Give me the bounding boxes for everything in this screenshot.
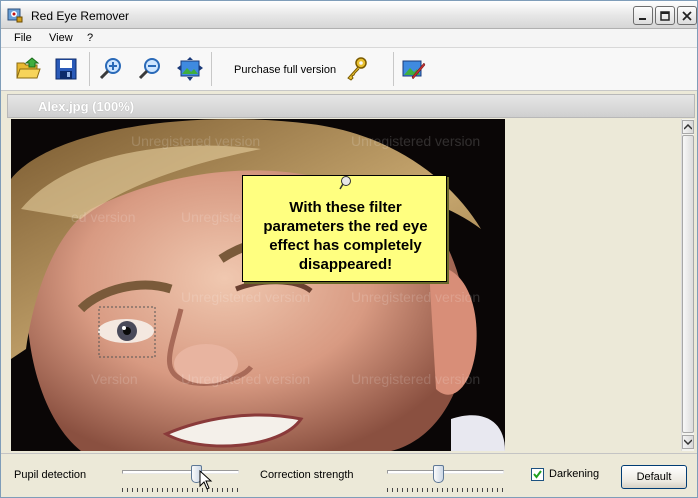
purchase-key-button[interactable] bbox=[341, 54, 371, 84]
default-button[interactable]: Default bbox=[621, 465, 687, 489]
photo[interactable]: Unregistered version Unregistered versio… bbox=[11, 119, 505, 451]
slider-ticks bbox=[122, 488, 239, 492]
photo-face-image bbox=[11, 119, 505, 451]
zoom-in-icon bbox=[99, 58, 121, 80]
watermark-text: ed version bbox=[71, 209, 136, 225]
toolbar-separator bbox=[211, 52, 212, 86]
close-icon bbox=[682, 10, 692, 21]
watermark-text: Unregistered version bbox=[131, 133, 261, 149]
toolbar: Purchase full version bbox=[1, 47, 697, 91]
watermark-text: Version bbox=[91, 371, 138, 387]
fit-to-window-button[interactable] bbox=[175, 54, 205, 84]
minimize-button[interactable] bbox=[633, 6, 653, 25]
maximize-button[interactable] bbox=[655, 6, 675, 25]
menu-view[interactable]: View bbox=[49, 32, 73, 44]
toolbar-separator bbox=[393, 52, 394, 86]
edit-image-button[interactable] bbox=[398, 54, 428, 84]
watermark-text: Unregistered version bbox=[351, 289, 481, 305]
zoom-in-button[interactable] bbox=[96, 54, 126, 84]
close-button[interactable] bbox=[677, 6, 697, 25]
darkening-label: Darkening bbox=[549, 468, 600, 480]
darkening-checkbox[interactable] bbox=[531, 468, 544, 481]
watermark-text: Unregistered version bbox=[181, 371, 311, 387]
scroll-down-button[interactable] bbox=[682, 435, 694, 449]
window-title: Red Eye Remover bbox=[31, 9, 130, 23]
edit-image-icon bbox=[402, 60, 426, 80]
vertical-scrollbar[interactable] bbox=[681, 119, 694, 451]
purchase-label[interactable]: Purchase full version bbox=[234, 64, 336, 76]
watermark-text: Unregistered version bbox=[351, 371, 481, 387]
pupil-detection-label: Pupil detection bbox=[14, 469, 87, 481]
toolbar-separator bbox=[89, 52, 90, 86]
menu-help[interactable]: ? bbox=[87, 32, 93, 44]
scroll-up-icon bbox=[684, 124, 692, 130]
main-window: Red Eye Remover File View ? Purchase ful… bbox=[0, 0, 698, 498]
menu-bar: File View ? bbox=[1, 29, 697, 47]
filter-controls: Pupil detection Correction strength Dark… bbox=[1, 453, 697, 497]
minimize-icon bbox=[639, 17, 646, 20]
pushpin-icon[interactable] bbox=[338, 175, 352, 191]
zoom-out-button[interactable] bbox=[135, 54, 165, 84]
fit-to-window-icon bbox=[177, 57, 203, 81]
zoom-out-icon bbox=[138, 58, 160, 80]
slider-track bbox=[122, 470, 239, 474]
document-title: Alex.jpg (100%) bbox=[38, 99, 135, 114]
hint-tooltip: With these filter parameters the red eye… bbox=[242, 175, 447, 282]
key-icon bbox=[347, 57, 367, 81]
title-bar[interactable]: Red Eye Remover bbox=[1, 1, 697, 29]
checkmark-icon bbox=[533, 470, 542, 479]
slider-ticks bbox=[387, 488, 504, 492]
app-icon bbox=[7, 8, 23, 23]
watermark-text: Unregistered version bbox=[351, 133, 481, 149]
mouse-cursor-icon bbox=[199, 470, 213, 490]
document-tab[interactable]: Alex.jpg (100%) bbox=[7, 94, 695, 118]
slider-thumb[interactable] bbox=[433, 465, 444, 483]
save-disk-icon bbox=[55, 58, 77, 80]
scroll-down-icon bbox=[684, 439, 692, 445]
slider-track bbox=[387, 470, 504, 474]
scrollbar-thumb[interactable] bbox=[682, 135, 694, 433]
pupil-detection-slider[interactable] bbox=[122, 462, 239, 494]
correction-strength-slider[interactable] bbox=[387, 462, 504, 494]
save-button[interactable] bbox=[51, 54, 81, 84]
watermark-text: Unregistered version bbox=[181, 289, 311, 305]
hint-tooltip-text: With these filter parameters the red eye… bbox=[263, 199, 428, 273]
open-folder-icon bbox=[16, 57, 41, 79]
open-button[interactable] bbox=[13, 54, 43, 84]
menu-file[interactable]: File bbox=[14, 32, 32, 44]
correction-strength-label: Correction strength bbox=[260, 469, 354, 481]
maximize-icon bbox=[660, 10, 670, 21]
image-viewport[interactable]: Unregistered version Unregistered versio… bbox=[11, 119, 681, 451]
scroll-up-button[interactable] bbox=[682, 120, 694, 134]
